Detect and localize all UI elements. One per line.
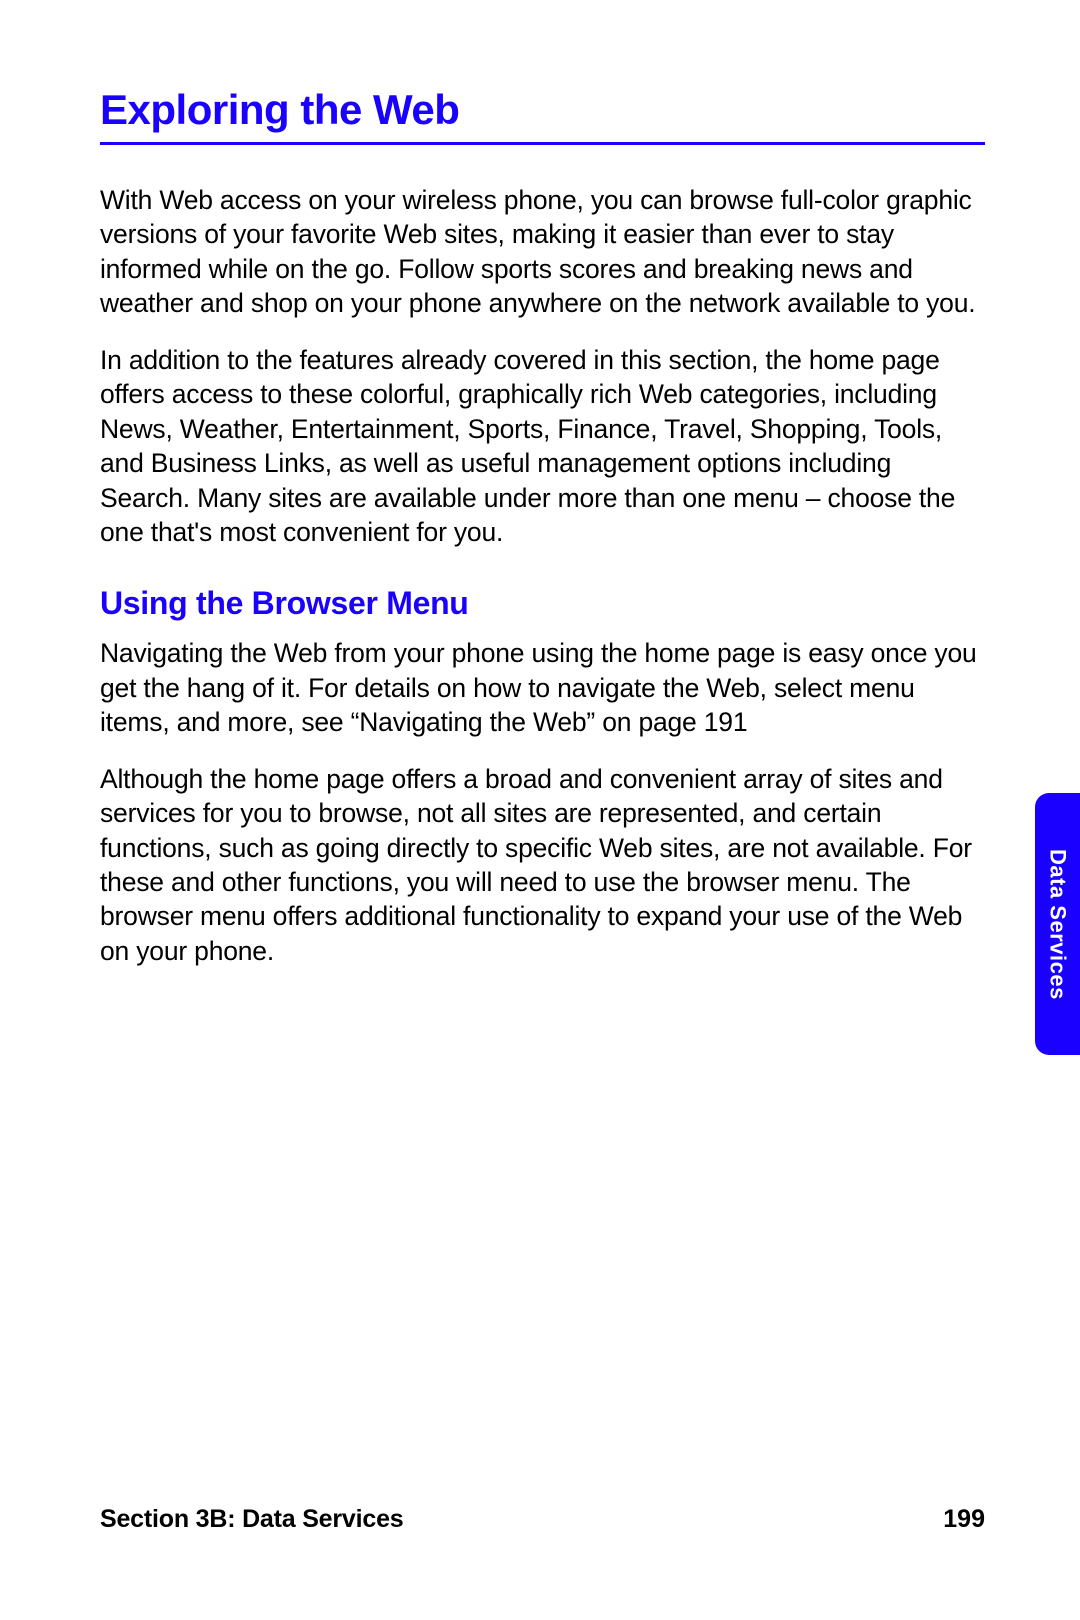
page-footer: Section 3B: Data Services 199 [100,1505,985,1534]
document-page: Exploring the Web With Web access on you… [0,0,1080,1620]
section-paragraph-2: Although the home page offers a broad an… [100,762,985,969]
footer-section-label: Section 3B: Data Services [100,1505,403,1534]
section-paragraph-1: Navigating the Web from your phone using… [100,636,985,739]
intro-paragraph-2: In addition to the features already cove… [100,343,985,550]
footer-page-number: 199 [943,1505,985,1534]
side-tab: Data Services [1035,793,1080,1055]
section-heading: Using the Browser Menu [100,585,985,622]
page-title: Exploring the Web [100,86,985,145]
intro-paragraph-1: With Web access on your wireless phone, … [100,183,985,321]
side-tab-label: Data Services [1045,849,1071,1000]
